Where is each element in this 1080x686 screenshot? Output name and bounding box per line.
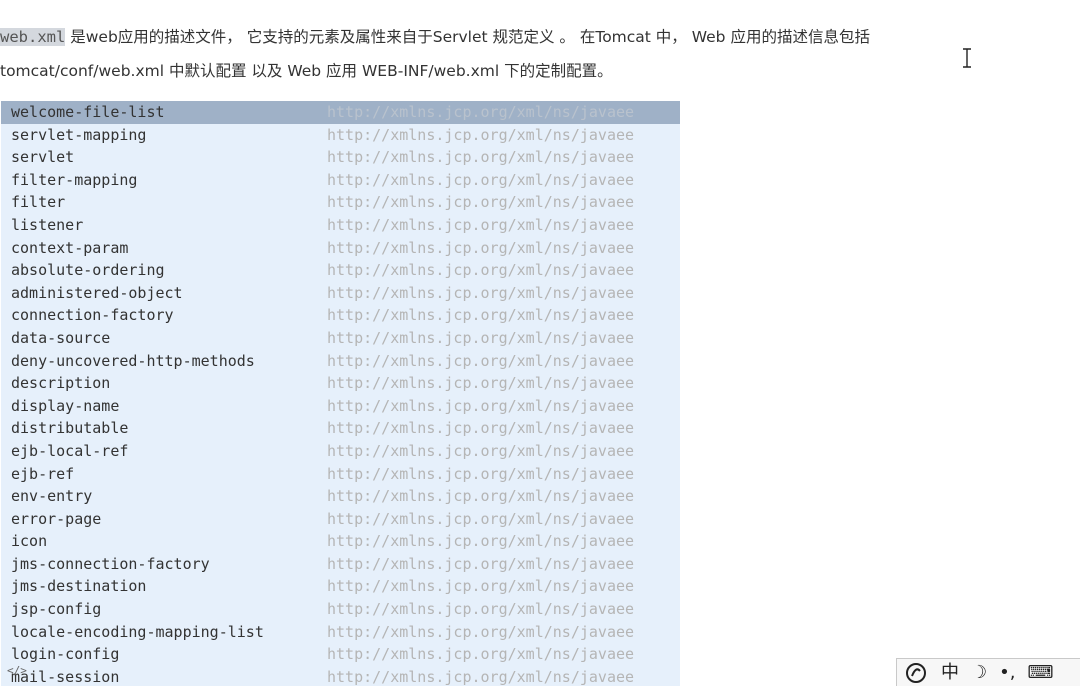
autocomplete-item-name: data-source [11,328,111,347]
autocomplete-item[interactable]: administered-object http://xmlns.jcp.org/… [1,282,680,305]
autocomplete-item-name: jms-connection-factory [11,554,210,573]
autocomplete-item-name: jms-destination [11,577,147,596]
autocomplete-item-name: icon [11,532,48,551]
autocomplete-item[interactable]: description http://xmlns.jcp.org/xml/ns/j… [1,372,680,395]
autocomplete-item[interactable]: welcome-file-list http://xmlns.jcp.org/xm… [1,101,680,124]
autocomplete-item[interactable]: jms-connection-factory http://xmlns.jcp.o… [1,553,680,576]
autocomplete-item-name: deny-uncovered-http-methods [11,351,255,370]
autocomplete-item[interactable]: filter-mapping http://xmlns.jcp.org/xml/n… [1,169,680,192]
autocomplete-item[interactable]: filter http://xmlns.jcp.org/xml/ns/javaee [1,191,680,214]
autocomplete-item-name: jsp-config [11,600,102,619]
autocomplete-item[interactable]: data-source http://xmlns.jcp.org/xml/ns/j… [1,327,680,350]
sogou-logo-icon[interactable] [903,662,929,684]
autocomplete-item-name: error-page [11,509,102,528]
autocomplete-item-namespace: http://xmlns.jcp.org/xml/ns/javaee [327,283,635,302]
keyboard-icon[interactable]: ⌨ [1027,660,1053,686]
autocomplete-popup[interactable]: welcome-file-list http://xmlns.jcp.org/xm… [1,101,680,686]
autocomplete-item-namespace: http://xmlns.jcp.org/xml/ns/javaee [327,103,635,121]
paragraph-line-2: tomcat/conf/web.xml 中默认配置 以及 Web 应用 WEB-… [0,54,1070,88]
autocomplete-item[interactable]: listener http://xmlns.jcp.org/xml/ns/java… [1,214,680,237]
autocomplete-item-name: ejb-local-ref [11,441,129,460]
autocomplete-item-namespace: http://xmlns.jcp.org/xml/ns/javaee [327,374,635,393]
autocomplete-item[interactable]: ejb-local-ref http://xmlns.jcp.org/xml/ns… [1,440,680,463]
autocomplete-item-name: welcome-file-list [11,103,165,121]
autocomplete-item-name: connection-factory [11,306,174,325]
autocomplete-item[interactable]: absolute-ordering http://xmlns.jcp.org/xm… [1,259,680,282]
autocomplete-item-namespace: http://xmlns.jcp.org/xml/ns/javaee [327,487,635,506]
autocomplete-item-namespace: http://xmlns.jcp.org/xml/ns/javaee [327,554,635,573]
autocomplete-item[interactable]: ejb-ref http://xmlns.jcp.org/xml/ns/javae… [1,463,680,486]
autocomplete-item-namespace: http://xmlns.jcp.org/xml/ns/javaee [327,396,635,415]
autocomplete-item-namespace: http://xmlns.jcp.org/xml/ns/javaee [327,215,635,234]
autocomplete-item-name: display-name [11,396,120,415]
paragraph-text-2: tomcat/conf/web.xml 中默认配置 以及 Web 应用 WEB-… [0,62,613,80]
autocomplete-item-namespace: http://xmlns.jcp.org/xml/ns/javaee [327,622,635,641]
autocomplete-item-name: locale-encoding-mapping-list [11,622,264,641]
autocomplete-item[interactable]: jms-destination http://xmlns.jcp.org/xml/… [1,575,680,598]
autocomplete-item[interactable]: login-config http://xmlns.jcp.org/xml/ns/… [1,643,680,666]
autocomplete-item-name: login-config [11,645,120,664]
paragraph-text-1: 是web应用的描述文件， 它支持的元素及属性来自于Servlet 规范定义 。 … [65,28,870,46]
autocomplete-item-namespace: http://xmlns.jcp.org/xml/ns/javaee [327,645,635,664]
ime-language-toggle[interactable]: 中 [941,660,959,686]
autocomplete-item[interactable]: servlet-mapping http://xmlns.jcp.org/xml/… [1,124,680,147]
autocomplete-item[interactable]: icon http://xmlns.jcp.org/xml/ns/javaee [1,530,680,553]
autocomplete-item-namespace: http://xmlns.jcp.org/xml/ns/javaee [327,667,635,686]
autocomplete-item-namespace: http://xmlns.jcp.org/xml/ns/javaee [327,419,635,438]
autocomplete-item-name: distributable [11,419,129,438]
autocomplete-item-namespace: http://xmlns.jcp.org/xml/ns/javaee [327,328,635,347]
autocomplete-item-name: mail-session [11,667,120,686]
autocomplete-item-name: absolute-ordering [11,261,165,280]
moon-icon[interactable]: ☽ [971,660,987,686]
autocomplete-item[interactable]: mail-session http://xmlns.jcp.org/xml/ns/… [1,666,680,686]
autocomplete-item-name: filter-mapping [11,170,138,189]
autocomplete-item-name: listener [11,215,84,234]
autocomplete-item[interactable]: locale-encoding-mapping-list http://xmlns… [1,621,680,644]
autocomplete-item-namespace: http://xmlns.jcp.org/xml/ns/javaee [327,170,635,189]
autocomplete-item-namespace: http://xmlns.jcp.org/xml/ns/javaee [327,577,635,596]
autocomplete-item[interactable]: error-page http://xmlns.jcp.org/xml/ns/ja… [1,508,680,531]
autocomplete-item-name: administered-object [11,283,183,302]
autocomplete-item[interactable]: context-param http://xmlns.jcp.org/xml/ns… [1,237,680,260]
autocomplete-item[interactable]: connection-factory http://xmlns.jcp.org/x… [1,304,680,327]
autocomplete-item-name: env-entry [11,487,93,506]
autocomplete-item-name: servlet [11,148,75,167]
text-cursor-icon [962,48,972,68]
autocomplete-item[interactable]: distributable http://xmlns.jcp.org/xml/ns… [1,417,680,440]
autocomplete-item-namespace: http://xmlns.jcp.org/xml/ns/javaee [327,351,635,370]
autocomplete-item[interactable]: env-entry http://xmlns.jcp.org/xml/ns/jav… [1,485,680,508]
autocomplete-item-namespace: http://xmlns.jcp.org/xml/ns/javaee [327,441,635,460]
article-paragraph: web.xml 是web应用的描述文件， 它支持的元素及属性来自于Servlet… [0,20,1070,88]
autocomplete-item[interactable]: servlet http://xmlns.jcp.org/xml/ns/javae… [1,146,680,169]
autocomplete-item[interactable]: jsp-config http://xmlns.jcp.org/xml/ns/ja… [1,598,680,621]
code-tag-icon[interactable]: </> [7,665,27,677]
autocomplete-item-name: ejb-ref [11,464,75,483]
autocomplete-item-namespace: http://xmlns.jcp.org/xml/ns/javaee [327,600,635,619]
autocomplete-item[interactable]: deny-uncovered-http-methods http://xmlns.… [1,350,680,373]
autocomplete-item-namespace: http://xmlns.jcp.org/xml/ns/javaee [327,238,635,257]
autocomplete-item-name: servlet-mapping [11,125,147,144]
autocomplete-item-namespace: http://xmlns.jcp.org/xml/ns/javaee [327,464,635,483]
autocomplete-item-namespace: http://xmlns.jcp.org/xml/ns/javaee [327,193,635,212]
punctuation-icon[interactable]: •, [999,660,1015,686]
code-token-web-xml: web.xml [0,28,66,46]
ime-toolbar: 中 ☽ •, ⌨ [896,658,1080,686]
autocomplete-item-namespace: http://xmlns.jcp.org/xml/ns/javaee [327,532,635,551]
paragraph-line-1: web.xml 是web应用的描述文件， 它支持的元素及属性来自于Servlet… [0,20,1070,54]
autocomplete-item-name: filter [11,193,66,212]
autocomplete-item-name: context-param [11,238,129,257]
autocomplete-item-name: description [11,374,111,393]
autocomplete-item-namespace: http://xmlns.jcp.org/xml/ns/javaee [327,261,635,280]
autocomplete-item-namespace: http://xmlns.jcp.org/xml/ns/javaee [327,125,635,144]
autocomplete-item-namespace: http://xmlns.jcp.org/xml/ns/javaee [327,509,635,528]
autocomplete-item-namespace: http://xmlns.jcp.org/xml/ns/javaee [327,306,635,325]
autocomplete-item-namespace: http://xmlns.jcp.org/xml/ns/javaee [327,148,635,167]
autocomplete-item[interactable]: display-name http://xmlns.jcp.org/xml/ns/… [1,395,680,418]
